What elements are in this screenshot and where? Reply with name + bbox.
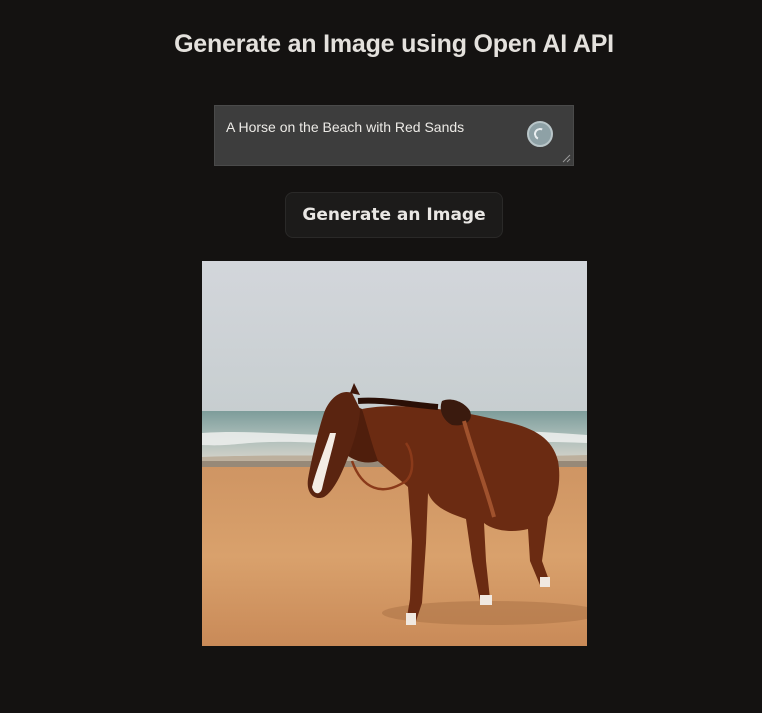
generate-image-button[interactable]: Generate an Image [285, 192, 503, 238]
spinner-icon [527, 121, 553, 147]
prompt-field-container: A Horse on the Beach with Red Sands [214, 105, 574, 166]
hoof-back [480, 595, 492, 605]
page-title: Generate an Image using Open AI API [174, 30, 614, 58]
resize-handle-icon[interactable] [562, 154, 571, 163]
generated-image [202, 261, 587, 646]
hoof-rear [540, 577, 550, 587]
prompt-textarea[interactable]: A Horse on the Beach with Red Sands [215, 106, 573, 165]
spinner-arc [532, 126, 548, 142]
sky [202, 261, 587, 413]
hoof-front [406, 613, 416, 625]
